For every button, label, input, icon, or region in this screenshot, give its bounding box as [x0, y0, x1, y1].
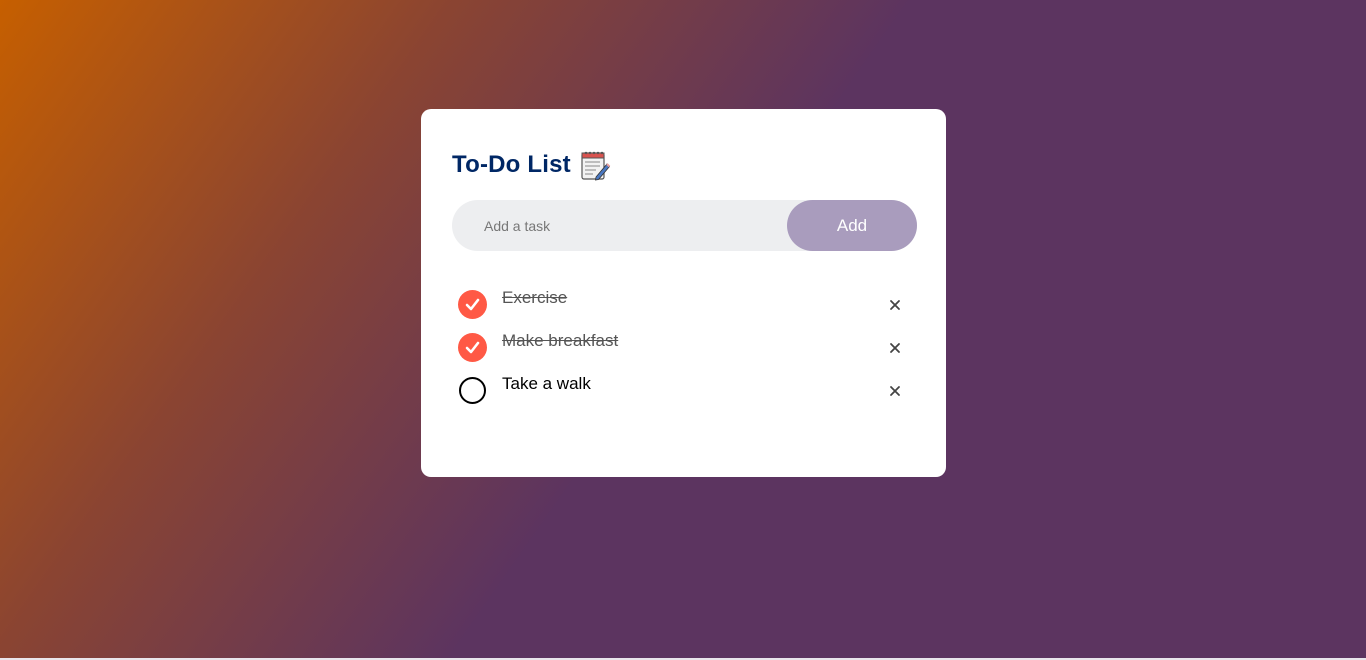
task-label: Exercise — [502, 288, 568, 307]
close-icon[interactable] — [889, 382, 901, 396]
task-item[interactable]: Make breakfast — [452, 324, 916, 367]
checked-circle-icon[interactable] — [458, 333, 487, 362]
page-title: To-Do List — [452, 151, 571, 178]
task-label: Take a walk — [502, 374, 591, 393]
close-icon[interactable] — [889, 296, 901, 310]
notepad-icon — [579, 149, 611, 181]
task-item[interactable]: Exercise — [452, 281, 916, 324]
task-input[interactable] — [452, 200, 787, 251]
task-item[interactable]: Take a walk — [452, 367, 916, 410]
todo-card: To-Do List Add Exercise Make breakfast — [421, 109, 946, 477]
add-task-row: Add — [452, 200, 917, 251]
close-icon[interactable] — [889, 339, 901, 353]
task-list: Exercise Make breakfast Take a walk — [452, 281, 916, 410]
task-label: Make breakfast — [502, 331, 619, 350]
add-button[interactable]: Add — [787, 200, 917, 251]
header: To-Do List — [452, 147, 916, 183]
unchecked-circle-icon[interactable] — [459, 377, 486, 404]
checked-circle-icon[interactable] — [458, 290, 487, 319]
